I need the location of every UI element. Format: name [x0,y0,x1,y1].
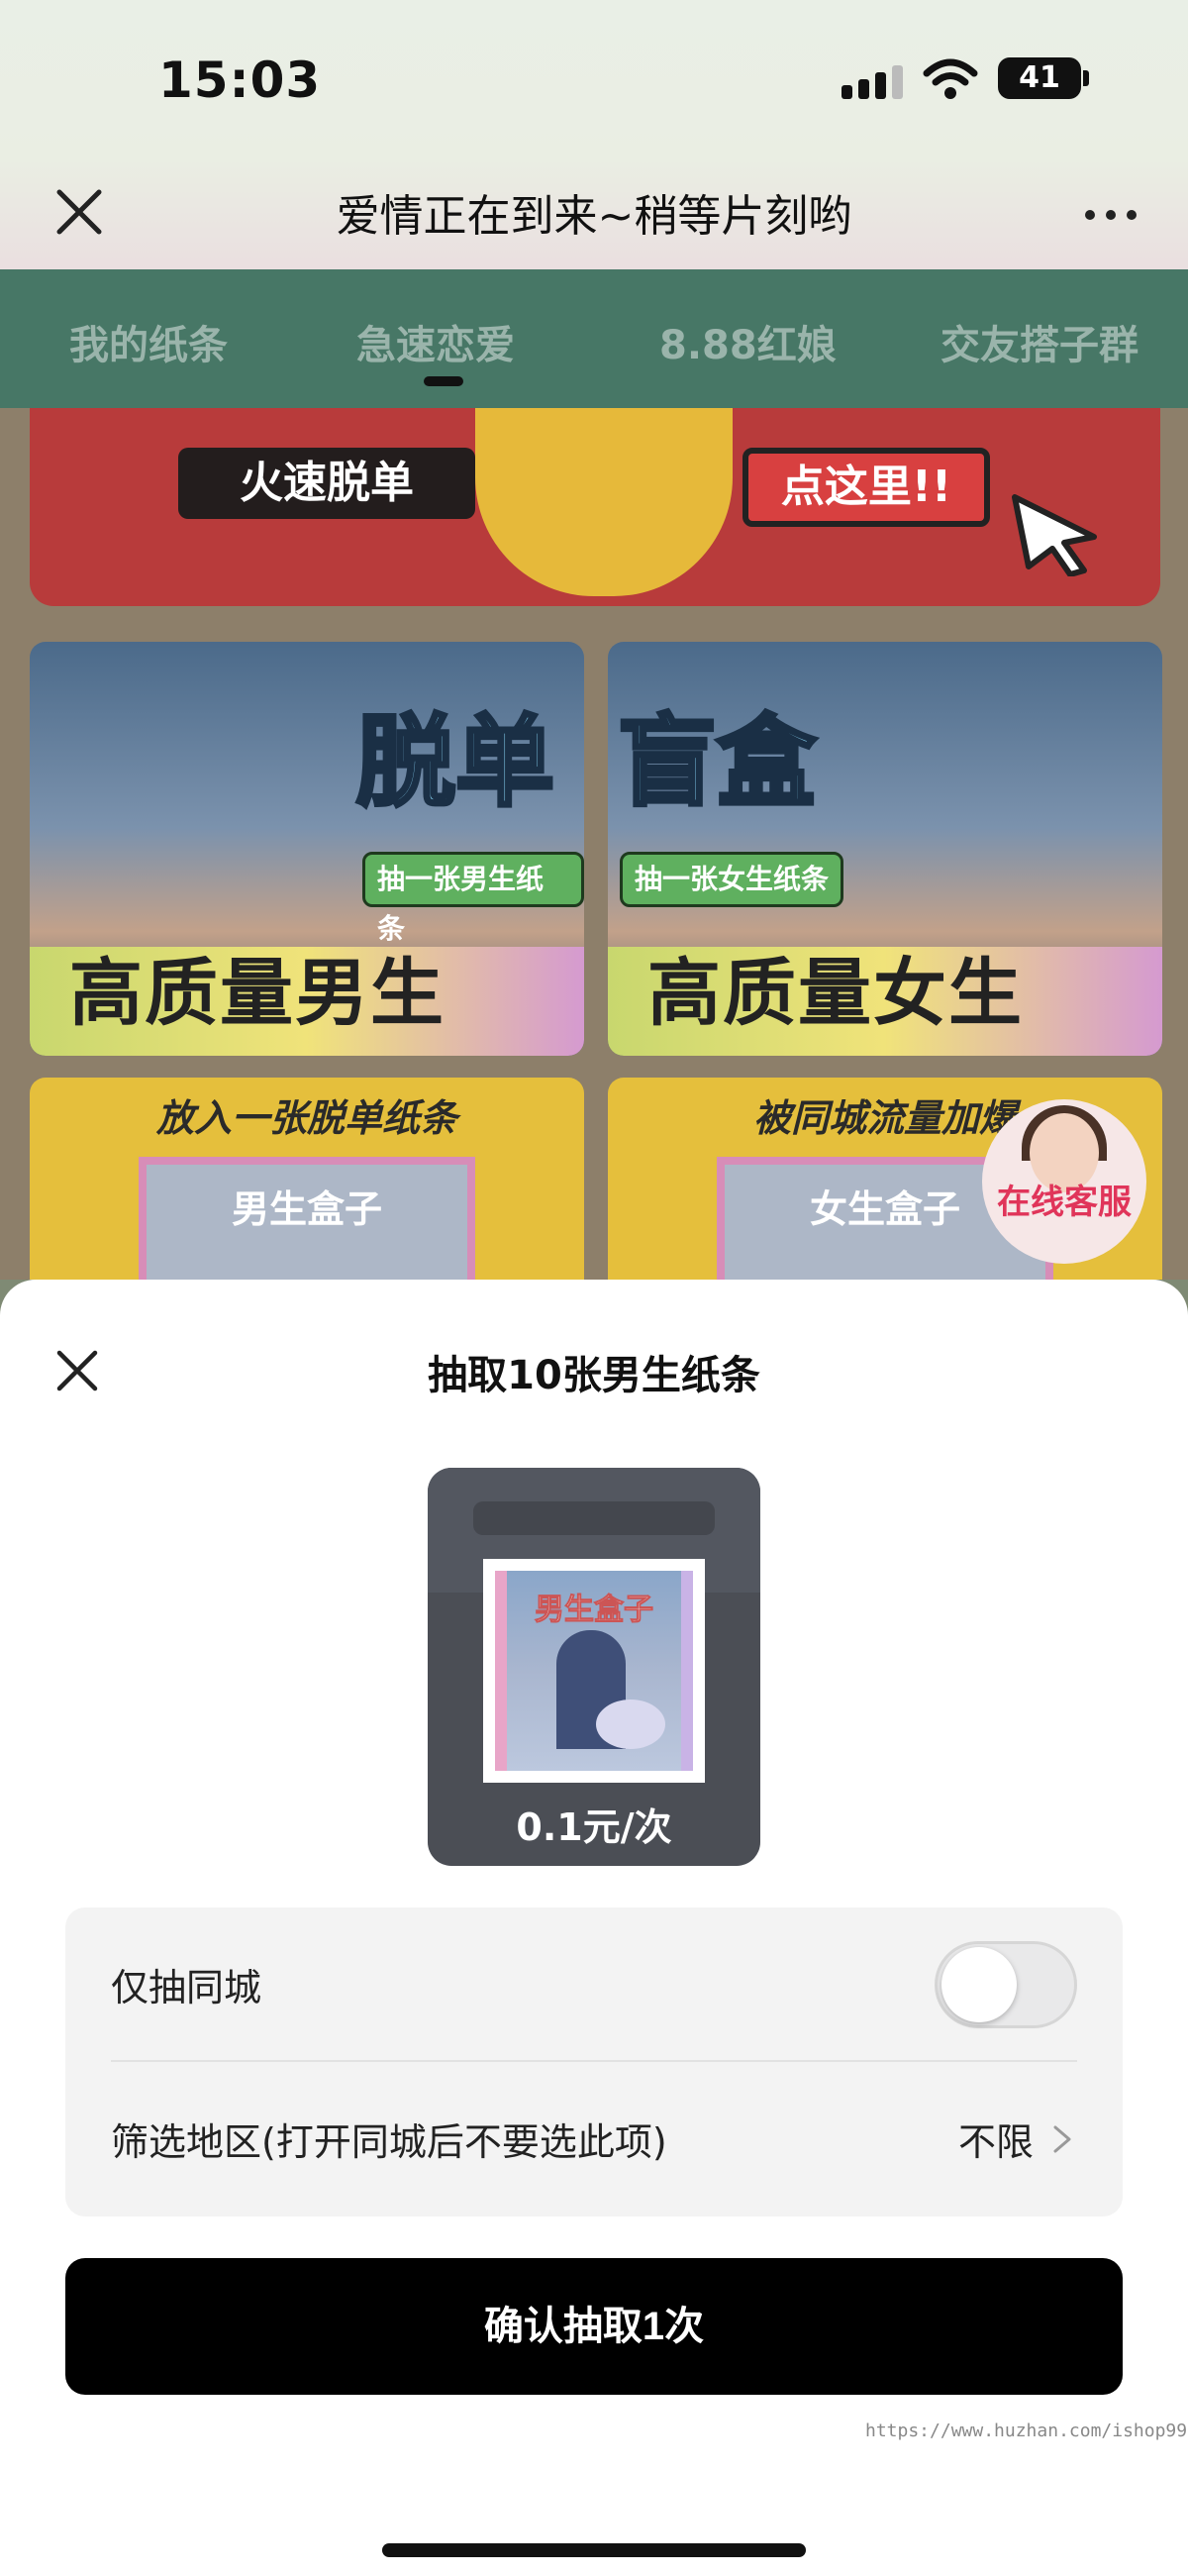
chevron-right-icon [1053,2125,1071,2153]
male-note-card[interactable]: 脱单 抽一张男生纸条 高质量男生 [30,642,584,1056]
wifi-icon [923,58,978,99]
cursor-arrow-icon [1012,494,1097,576]
options-panel: 仅抽同城 筛选地区(打开同城后不要选此项) 不限 [65,1907,1123,2216]
status-bar: 15:03 41 [0,0,1188,158]
mascot-image [475,408,733,596]
same-city-toggle[interactable] [935,1941,1077,2028]
customer-service-button[interactable]: 在线客服 [982,1099,1146,1264]
product-price: 0.1元/次 [516,1805,672,1849]
sheet-title: 抽取10张男生纸条 [428,1353,760,1398]
card-caption: 放入一张脱单纸条 [155,1096,457,1140]
status-time: 15:03 [158,52,322,109]
page-title: 爱情正在到来~稍等片刻哟 [336,191,852,242]
tab-my-notes[interactable]: 我的纸条 [69,313,228,370]
more-options-icon[interactable] [1079,198,1142,228]
same-city-label: 仅抽同城 [111,1966,262,2009]
home-indicator[interactable] [382,2543,806,2557]
picture-title: 男生盒子 [535,1593,654,1628]
close-icon[interactable] [51,1345,103,1396]
female-note-card[interactable]: 盲盒 抽一张女生纸条 高质量女生 [608,642,1162,1056]
card-title: 高质量女生 [647,951,1024,1036]
toggle-knob [941,1947,1017,2022]
card-title: 高质量男生 [69,951,446,1036]
draw-notes-sheet: 抽取10张男生纸条 男生盒子 0.1元/次 仅抽同城 筛选地区(打开同城后不要选… [0,1280,1188,2576]
battery-cap [1083,70,1089,86]
tab-friend-group[interactable]: 交友搭子群 [940,313,1138,370]
cellular-signal-icon [842,65,905,99]
battery-icon: 41 [998,57,1081,99]
customer-service-label: 在线客服 [997,1183,1132,1222]
region-filter-value: 不限 [957,2120,1034,2164]
box-title: 男生盒子 [231,1187,382,1231]
close-icon[interactable] [48,180,111,244]
banner-label-left: 火速脱单 [178,448,475,519]
banner-click-here[interactable]: 点这里!! [742,448,990,527]
title-bar: 爱情正在到来~稍等片刻哟 [0,158,1188,269]
same-city-row: 仅抽同城 [111,1907,1077,2062]
watermark-url: https://www.huzhan.com/ishop999 [865,2421,1188,2441]
tab-speed-dating[interactable]: 急速恋爱 [356,313,515,370]
box-image: 男生盒子 [139,1157,475,1280]
draw-male-note-tag: 抽一张男生纸条 [362,852,584,945]
region-filter-row[interactable]: 筛选地区(打开同城后不要选此项) 不限 [111,2062,1077,2216]
confirm-draw-button[interactable]: 确认抽取1次 [65,2258,1123,2395]
active-tab-indicator [424,376,463,386]
male-box-image: 男生盒子 [483,1559,705,1783]
draw-female-note-tag: 抽一张女生纸条 [620,852,844,907]
product-card: 男生盒子 0.1元/次 [428,1468,760,1866]
male-box-picture: 男生盒子 [495,1571,693,1771]
region-filter-label: 筛选地区(打开同城后不要选此项) [111,2120,667,2164]
tab-bar: 我的纸条 急速恋爱 8.88红娘 交友搭子群 [0,269,1188,408]
tab-matchmaker[interactable]: 8.88红娘 [659,313,837,370]
card-word: 盲盒 [616,702,818,822]
card-word: 脱单 [354,702,556,822]
product-slot [473,1501,715,1535]
promo-banner[interactable]: 火速脱单 点这里!! [30,408,1160,606]
put-note-card[interactable]: 放入一张脱单纸条 男生盒子 [30,1078,584,1280]
flower-bouquet [596,1700,665,1749]
